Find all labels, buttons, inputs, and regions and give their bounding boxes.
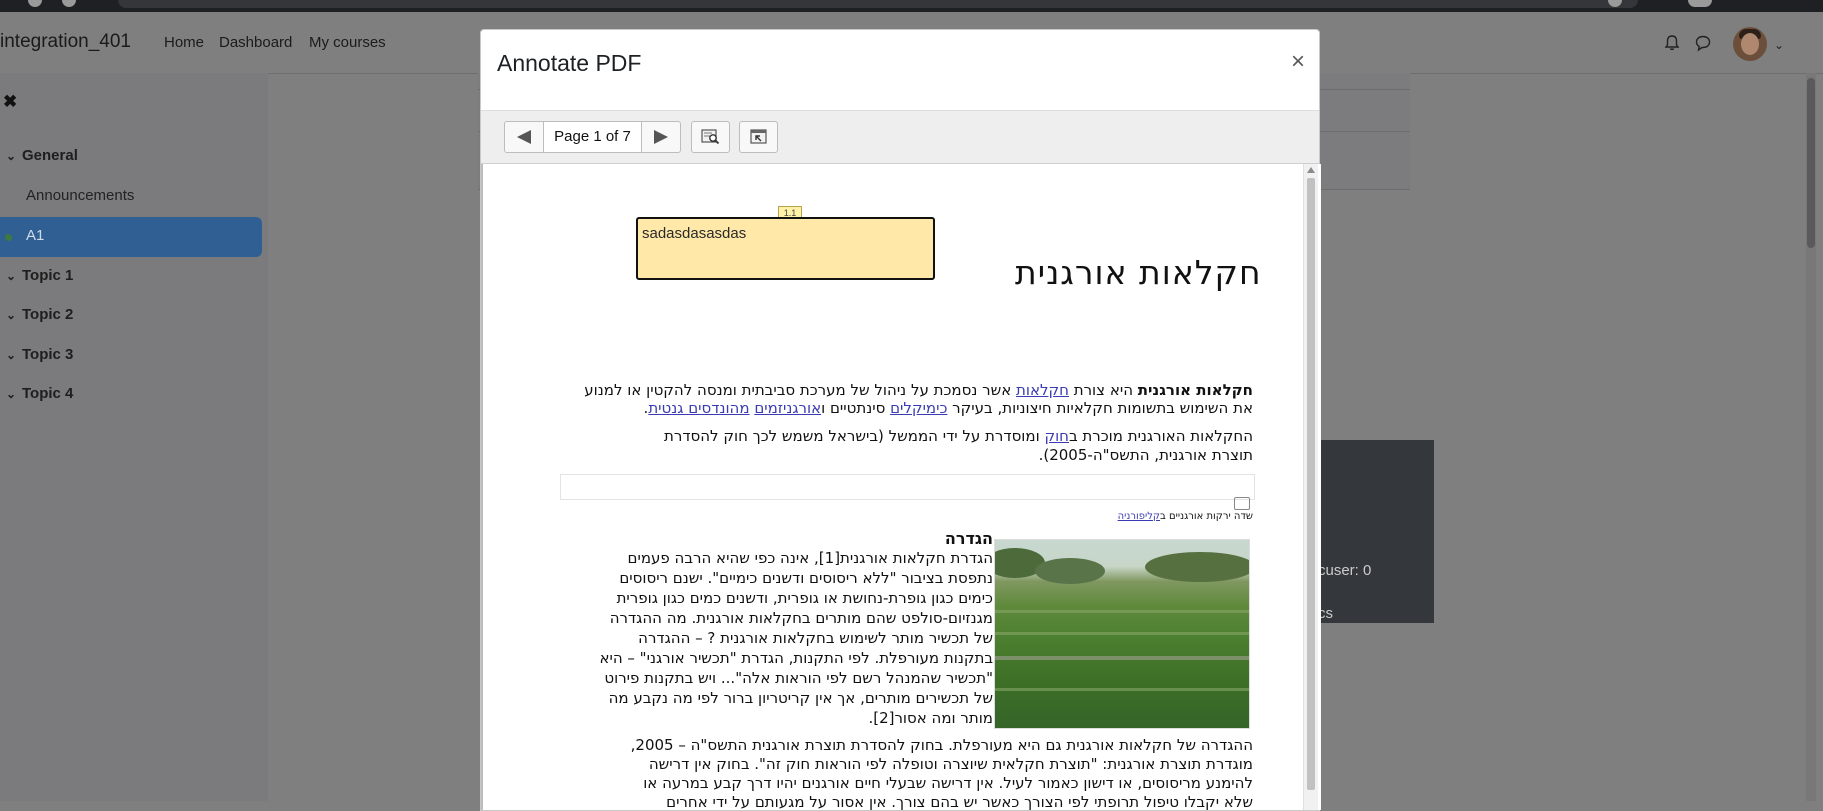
annotation-comment-box[interactable]: sadasdasasdas — [636, 217, 935, 280]
image-caption-frame — [560, 474, 1255, 500]
course-item-a1[interactable]: A1 — [26, 227, 44, 244]
arrow-right-icon — [654, 130, 668, 144]
link-genetically-engineered[interactable]: מהונדסים גנטית — [648, 399, 749, 417]
search-comments-icon — [701, 129, 720, 145]
chevron-down-icon[interactable]: ⌄ — [6, 269, 22, 283]
link-chemicals[interactable]: כימיקלים — [890, 399, 947, 417]
expand-window-icon — [750, 129, 767, 144]
next-page-button[interactable] — [641, 121, 681, 153]
drawer-close-icon[interactable]: ✖ — [3, 92, 17, 112]
definition-line-2: נתפסת בציבור "ללא ריסוסים ודשנים כימיים"… — [619, 569, 993, 587]
expand-fullscreen-button[interactable] — [739, 121, 778, 153]
previous-page-button[interactable] — [504, 121, 544, 153]
paragraph-3-line-1: ההגדרה של חקלאות אורגנית גם היא מעורפלת.… — [630, 736, 1253, 754]
link-law[interactable]: חוק — [1044, 427, 1069, 445]
arrow-left-icon — [517, 130, 531, 144]
enlarge-image-icon[interactable] — [1234, 497, 1250, 510]
paragraph-3-line-4: שלא יקבלו טיפול תרופתי לפי הצורך כאשר יש… — [666, 793, 1253, 811]
pdf-paragraph-2-line-2: תוצרת אורגנית, התשס"ה-2005). — [1038, 446, 1253, 464]
browser-tab-strip — [0, 0, 1823, 12]
chevron-down-icon[interactable]: ⌄ — [6, 387, 22, 401]
completion-dot-icon — [5, 234, 12, 241]
page-indicator[interactable]: Page 1 of 7 — [543, 121, 642, 153]
chevron-down-icon[interactable]: ⌄ — [6, 308, 22, 322]
nav-home-link[interactable]: Home — [164, 34, 204, 51]
link-agriculture[interactable]: חקלאות — [1016, 381, 1069, 399]
link-california[interactable]: קליפורניה — [1118, 511, 1160, 522]
page-scrollbar[interactable] — [1806, 73, 1816, 801]
definition-line-7: "תכשיר שהמנהל רשם לפי הוראות אלה"... ויש… — [604, 669, 993, 687]
definition-line-8: של תכשירים מותרים, אך אין קריטריון ברור … — [608, 689, 993, 707]
paragraph-3-line-3: להימנע מריסוסים, או דישון כאמור לעיל. אי… — [643, 774, 1253, 792]
link-organisms[interactable]: אורגניזמים — [754, 399, 821, 417]
image-caption: שדה ירקות אורגניים בקליפורניה — [1117, 511, 1253, 522]
modal-title: Annotate PDF — [497, 50, 642, 76]
section-general[interactable]: ⌄ General — [6, 147, 78, 164]
pdf-paragraph-2-line-1: החקלאות האורגנית מוכרת בחוק ומוסדרת על י… — [664, 427, 1253, 445]
definition-line-6: בתקנות מעורפלת. לפי התקנות, הגדרת "תכשיר… — [599, 649, 993, 667]
pdf-viewer-scrollbar[interactable] — [1303, 164, 1318, 810]
user-avatar[interactable] — [1733, 27, 1767, 61]
pdf-paragraph-1-line-1: חקלאות אורגנית היא צורת חקלאות אשר נסמכת… — [584, 381, 1253, 399]
activity-user-text: cuser: 0 — [1318, 562, 1372, 579]
user-menu-chevron-icon[interactable]: ⌄ — [1774, 38, 1784, 52]
search-comments-button[interactable] — [691, 121, 730, 153]
notifications-bell-icon[interactable] — [1663, 34, 1681, 52]
section-topic-2[interactable]: ⌄ Topic 2 — [6, 306, 73, 323]
pdf-toolbar: Page 1 of 7 — [481, 110, 1319, 164]
chevron-down-icon[interactable]: ⌄ — [6, 149, 22, 163]
definition-line-3: כימים כגון גופרת-נחושת או גופרית, ודשנים… — [616, 589, 993, 607]
section-topic-4[interactable]: ⌄ Topic 4 — [6, 385, 73, 402]
pdf-section-heading: הגדרה — [944, 529, 993, 548]
messages-chat-icon[interactable] — [1694, 34, 1712, 52]
definition-line-9: מותר ומה אסור[2]. — [868, 709, 993, 727]
section-topic-1[interactable]: ⌄ Topic 1 — [6, 267, 73, 284]
paragraph-3-line-2: מוגדרת תוצרת אורגנית: "תוצרת חקלאית שיוצ… — [648, 755, 1253, 773]
course-index-drawer — [0, 73, 268, 801]
definition-line-1: הגדרת חקלאות אורגנית[1], אינה כפי שהיא ה… — [627, 549, 993, 567]
pdf-title: חקלאות אורגנית — [1015, 253, 1262, 292]
scroll-up-icon[interactable] — [1307, 167, 1315, 173]
activity-info-panel — [1318, 440, 1434, 623]
section-topic-3[interactable]: ⌄ Topic 3 — [6, 346, 73, 363]
chevron-down-icon[interactable]: ⌄ — [6, 348, 22, 362]
pdf-paragraph-1-line-2: את השימוש בתשומות חקלאיות חיצוניות, בעיק… — [643, 399, 1253, 417]
modal-close-icon[interactable]: × — [1285, 50, 1311, 76]
nav-dashboard-link[interactable]: Dashboard — [219, 34, 292, 51]
definition-line-5: של תכשיר מותר לשימוש בחקלאות אורגנית ? –… — [638, 629, 993, 647]
nav-my-courses-link[interactable]: My courses — [309, 34, 386, 51]
course-item-announcements[interactable]: Announcements — [26, 187, 134, 204]
definition-line-4: מגנזיום-סולפט שהם מותרים בחקלאות אורגנית… — [609, 609, 993, 627]
organic-field-photo — [994, 539, 1250, 729]
site-name[interactable]: integration_401 — [0, 31, 131, 53]
